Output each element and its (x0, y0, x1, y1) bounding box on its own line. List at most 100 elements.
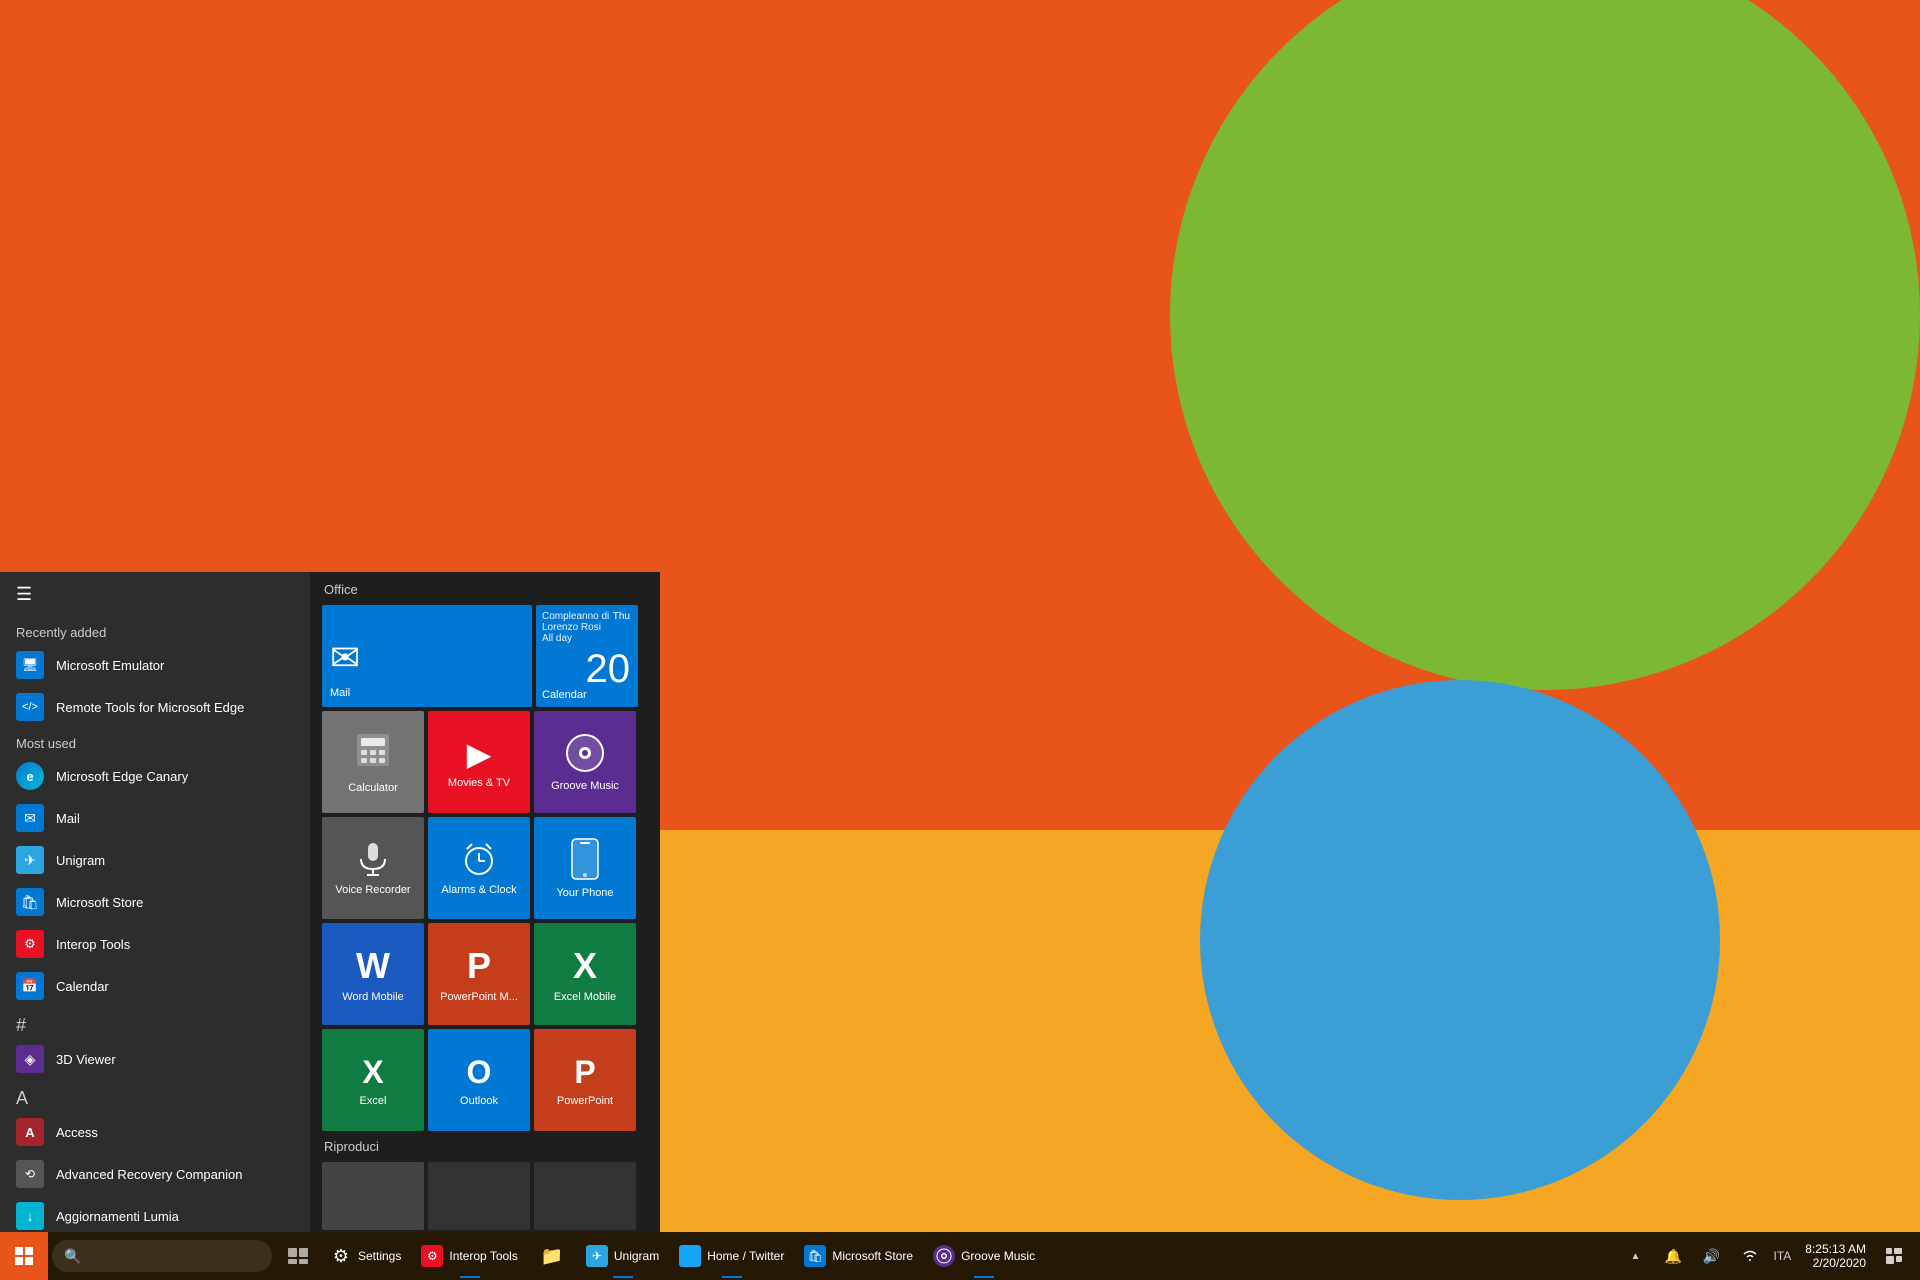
taskbar-app-twitter[interactable]: 🌐 Home / Twitter (669, 1232, 794, 1280)
app-item-edge-canary[interactable]: e Microsoft Edge Canary (0, 755, 310, 797)
section-title-riproduci: Riproduci (324, 1139, 648, 1154)
app-item-access[interactable]: A Access (0, 1111, 310, 1153)
taskbar-interop-label: Interop Tools (449, 1249, 518, 1263)
tile-media-2[interactable] (428, 1162, 530, 1230)
app-item-calendar[interactable]: 📅 Calendar (0, 965, 310, 1007)
taskbar-settings-icon: ⚙ (330, 1245, 352, 1267)
taskbar-network-icon[interactable] (1732, 1232, 1768, 1280)
taskbar-notification-icon[interactable]: 🔔 (1656, 1232, 1692, 1280)
taskbar-unigram-underline (613, 1276, 633, 1278)
taskbar-clock[interactable]: 8:25:13 AM 2/20/2020 (1797, 1242, 1874, 1270)
app-icon-arc: ⟲ (16, 1160, 44, 1188)
tile-excel-mobile[interactable]: X Excel Mobile (534, 923, 636, 1025)
tile-mail[interactable]: ✉ Mail (322, 605, 532, 707)
tile-voice-recorder[interactable]: Voice Recorder (322, 817, 424, 919)
taskbar-app-interop[interactable]: ⚙ Interop Tools (411, 1232, 528, 1280)
app-label-unigram: Unigram (56, 853, 105, 868)
tile-calculator-label: Calculator (348, 782, 398, 794)
tile-pptm-icon: P (467, 945, 491, 987)
app-label-edge-canary: Microsoft Edge Canary (56, 769, 188, 784)
app-item-remote-tools[interactable]: </> Remote Tools for Microsoft Edge (0, 686, 310, 728)
tile-alarms-label: Alarms & Clock (441, 884, 516, 896)
taskbar-apps-area: ⚙ Settings ⚙ Interop Tools 📁 ✈ Unigram 🌐… (320, 1232, 1618, 1280)
tile-media-3[interactable] (534, 1162, 636, 1230)
app-icon-3dviewer: ◈ (16, 1045, 44, 1073)
section-title-office: Office (324, 582, 648, 597)
taskbar-twitter-icon: 🌐 (679, 1245, 701, 1267)
app-label-mail: Mail (56, 811, 80, 826)
app-label-calendar: Calendar (56, 979, 109, 994)
hamburger-button[interactable]: ☰ (0, 572, 310, 617)
tile-calendar-date: 20 (586, 649, 631, 689)
tile-excel[interactable]: X Excel (322, 1029, 424, 1131)
tile-word-icon: W (356, 945, 390, 987)
start-button[interactable] (0, 1232, 48, 1280)
app-icon-interop: ⚙ (16, 930, 44, 958)
taskbar-search-icon: 🔍 (64, 1248, 81, 1265)
tile-groove-music[interactable]: Groove Music (534, 711, 636, 813)
tile-powerpoint-mobile[interactable]: P PowerPoint M... (428, 923, 530, 1025)
taskbar-interop-underline (460, 1276, 480, 1278)
tile-powerpoint[interactable]: P PowerPoint (534, 1029, 636, 1131)
tile-word-label: Word Mobile (342, 991, 404, 1003)
tile-calculator[interactable]: Calculator (322, 711, 424, 813)
tile-calendar-day: Thu (613, 611, 630, 622)
alpha-header-a: A (0, 1080, 310, 1111)
taskbar-app-msstore[interactable]: 🛍 Microsoft Store (794, 1232, 923, 1280)
taskbar-app-explorer[interactable]: 📁 (528, 1232, 576, 1280)
taskbar-unigram-label: Unigram (614, 1249, 659, 1263)
taskbar-language[interactable]: ITA (1770, 1249, 1796, 1263)
app-item-msstore[interactable]: 🛍 Microsoft Store (0, 881, 310, 923)
taskbar-settings-label: Settings (358, 1249, 401, 1263)
app-item-arc[interactable]: ⟲ Advanced Recovery Companion (0, 1153, 310, 1195)
taskbar-unigram-icon: ✈ (586, 1245, 608, 1267)
taskbar-chevron-icon[interactable]: ▲ (1618, 1232, 1654, 1280)
app-item-interop[interactable]: ⚙ Interop Tools (0, 923, 310, 965)
start-left-scroll[interactable]: Recently added 🖥 Microsoft Emulator </> … (0, 617, 310, 1232)
taskbar-volume-icon[interactable]: 🔊 (1694, 1232, 1730, 1280)
app-item-aggiornamenti[interactable]: ↓ Aggiornamenti Lumia (0, 1195, 310, 1232)
taskbar-twitter-label: Home / Twitter (707, 1249, 784, 1263)
taskbar-groove-underline (974, 1276, 994, 1278)
taskbar-action-center[interactable] (1876, 1232, 1912, 1280)
start-right-panel: Office ✉ Mail Compleanno di Lorenzo Rosi… (310, 572, 660, 1232)
tile-media-1[interactable] (322, 1162, 424, 1230)
taskbar-app-groove[interactable]: Groove Music (923, 1232, 1045, 1280)
app-icon-edge-canary: e (16, 762, 44, 790)
app-icon-emulator: 🖥 (16, 651, 44, 679)
hamburger-icon: ☰ (16, 584, 32, 605)
task-view-icon (288, 1248, 308, 1264)
app-item-3dviewer[interactable]: ◈ 3D Viewer (0, 1038, 310, 1080)
app-icon-calendar: 📅 (16, 972, 44, 1000)
taskbar-app-unigram[interactable]: ✈ Unigram (576, 1232, 669, 1280)
action-center-icon (1886, 1248, 1902, 1264)
app-item-unigram[interactable]: ✈ Unigram (0, 839, 310, 881)
taskbar-time: 8:25:13 AM (1805, 1242, 1866, 1256)
tile-outlook-icon: O (467, 1054, 492, 1091)
app-icon-remote-tools: </> (16, 693, 44, 721)
app-icon-mail: ✉ (16, 804, 44, 832)
tile-outlook[interactable]: O Outlook (428, 1029, 530, 1131)
taskbar-app-settings[interactable]: ⚙ Settings (320, 1232, 411, 1280)
app-item-emulator[interactable]: 🖥 Microsoft Emulator (0, 644, 310, 686)
tile-excel-icon: X (362, 1054, 383, 1091)
tile-your-phone[interactable]: Your Phone (534, 817, 636, 919)
tile-calendar[interactable]: Compleanno di Lorenzo Rosi All day Thu 2… (536, 605, 638, 707)
tile-groove-label: Groove Music (551, 780, 619, 792)
app-label-interop: Interop Tools (56, 937, 130, 952)
taskbar-msstore-label: Microsoft Store (832, 1249, 913, 1263)
tile-movies[interactable]: ▶ Movies & TV (428, 711, 530, 813)
tile-yourphone-icon (571, 838, 599, 883)
taskbar-search-box[interactable]: 🔍 (52, 1240, 272, 1272)
tile-yourphone-label: Your Phone (556, 887, 613, 899)
taskbar-date: 2/20/2020 (1813, 1256, 1866, 1270)
recently-added-title: Recently added (0, 617, 310, 644)
app-label-access: Access (56, 1125, 98, 1140)
task-view-button[interactable] (276, 1232, 320, 1280)
app-label-msstore: Microsoft Store (56, 895, 143, 910)
tile-calculator-icon (353, 730, 393, 778)
app-item-mail[interactable]: ✉ Mail (0, 797, 310, 839)
tile-word-mobile[interactable]: W Word Mobile (322, 923, 424, 1025)
app-icon-unigram: ✈ (16, 846, 44, 874)
tile-alarms-clock[interactable]: Alarms & Clock (428, 817, 530, 919)
